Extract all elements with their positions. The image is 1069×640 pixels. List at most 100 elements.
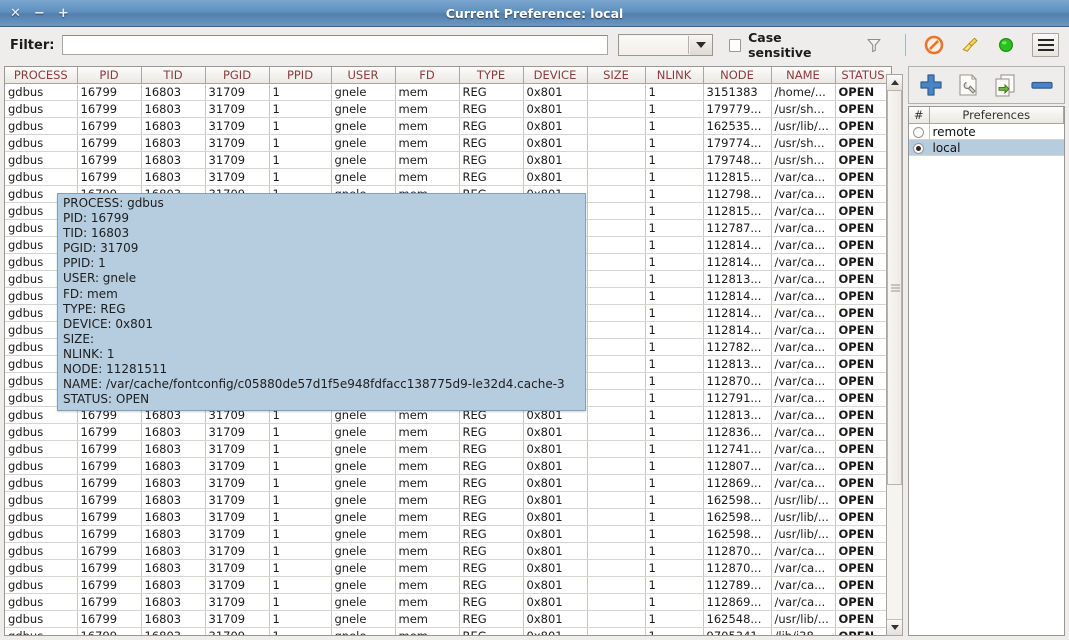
table-row[interactable]: gdbus1679916803317091gnelememREG0x801117… (5, 151, 891, 168)
cell-name: /usr/sh... (771, 100, 835, 117)
column-header-user[interactable]: USER (331, 67, 395, 83)
cell-status: OPEN (835, 423, 891, 440)
cell-type: REG (459, 576, 523, 593)
preferences-column-header[interactable]: # (909, 107, 929, 124)
cell-nlink: 1 (645, 491, 703, 508)
column-header-device[interactable]: DEVICE (523, 67, 587, 83)
table-row[interactable]: gdbus1679916803317091gnelememREG0x801116… (5, 491, 891, 508)
preferences-list[interactable]: #Preferences remotelocal (908, 106, 1065, 636)
close-icon[interactable]: ✕ (10, 7, 21, 20)
table-row[interactable]: gdbus1679916803317091gnelememREG0x801111… (5, 593, 891, 610)
preference-radio-cell[interactable] (909, 140, 929, 156)
remove-icon[interactable] (1028, 71, 1056, 99)
column-header-pid[interactable]: PID (77, 67, 141, 83)
cell-nlink: 1 (645, 304, 703, 321)
preference-row-local[interactable]: local (909, 140, 1064, 156)
column-header-tid[interactable]: TID (141, 67, 205, 83)
cell-name: /var/ca... (771, 304, 835, 321)
table-row[interactable]: gdbus1679916803317091gnelememREG0x801117… (5, 134, 891, 151)
scroll-down-button[interactable] (887, 619, 902, 635)
cell-ppid: 1 (269, 491, 331, 508)
cell-node: 179748... (703, 151, 771, 168)
table-row[interactable]: gdbus1679916803317091gnelememREG0x801116… (5, 525, 891, 542)
cell-pgid: 31709 (205, 559, 269, 576)
duplicate-icon[interactable] (991, 71, 1019, 99)
case-sensitive-checkbox[interactable] (729, 39, 742, 52)
cell-size (587, 202, 645, 219)
cell-node: 112798... (703, 185, 771, 202)
table-row[interactable]: gdbus1679916803317091gnelememREG0x801111… (5, 440, 891, 457)
preferences-column-header[interactable]: Preferences (929, 107, 1064, 124)
cell-node: 112807... (703, 457, 771, 474)
table-row[interactable]: gdbus1679916803317091gnelememREG0x801111… (5, 457, 891, 474)
combobox-value (620, 36, 688, 54)
column-header-status[interactable]: STATUS (835, 67, 891, 83)
column-header-fd[interactable]: FD (395, 67, 459, 83)
cell-nlink: 1 (645, 423, 703, 440)
scrollbar-thumb[interactable] (887, 90, 902, 485)
cell-size (587, 525, 645, 542)
cell-process: gdbus (5, 151, 77, 168)
edit-icon[interactable] (954, 71, 982, 99)
maximize-icon[interactable]: + (58, 7, 69, 20)
toolbar-separator (905, 34, 906, 56)
cell-node: 112814... (703, 287, 771, 304)
table-row[interactable]: gdbus1679916803317091gnelememREG0x801131… (5, 83, 891, 100)
filter-input[interactable] (62, 35, 608, 55)
preference-row-remote[interactable]: remote (909, 124, 1064, 140)
column-header-size[interactable]: SIZE (587, 67, 645, 83)
cell-ppid: 1 (269, 168, 331, 185)
table-row[interactable]: gdbus1679916803317091gnelememREG0x801111… (5, 542, 891, 559)
radio-button-icon[interactable] (913, 143, 924, 154)
radio-button-icon[interactable] (913, 127, 924, 138)
case-sensitive-option[interactable]: Case sensitive (729, 30, 846, 60)
add-icon[interactable] (917, 71, 945, 99)
preference-radio-cell[interactable] (909, 124, 929, 140)
table-row[interactable]: gdbus1679916803317091gnelememREG0x801116… (5, 610, 891, 627)
chevron-down-icon[interactable] (690, 35, 712, 55)
table-row[interactable]: gdbus1679916803317091gnelememREG0x801111… (5, 168, 891, 185)
table-row[interactable]: gdbus1679916803317091gnelememREG0x801111… (5, 559, 891, 576)
column-header-pgid[interactable]: PGID (205, 67, 269, 83)
no-entry-icon[interactable] (924, 35, 944, 55)
column-header-ppid[interactable]: PPID (269, 67, 331, 83)
cell-node: 112815... (703, 202, 771, 219)
tooltip-line: PGID: 31709 (63, 241, 581, 256)
cell-process: gdbus (5, 168, 77, 185)
table-row[interactable]: gdbus1679916803317091gnelememREG0x801117… (5, 100, 891, 117)
column-header-nlink[interactable]: NLINK (645, 67, 703, 83)
cell-node: 3151383 (703, 83, 771, 100)
column-header-node[interactable]: NODE (703, 67, 771, 83)
filter-column-combobox[interactable] (618, 34, 712, 56)
minimize-icon[interactable]: − (34, 7, 45, 20)
hamburger-menu-icon[interactable] (1032, 33, 1059, 57)
column-header-type[interactable]: TYPE (459, 67, 523, 83)
cell-process: gdbus (5, 100, 77, 117)
scroll-up-button[interactable] (887, 75, 902, 91)
table-row[interactable]: gdbus1679916803317091gnelememREG0x801116… (5, 117, 891, 134)
cell-fd: mem (395, 593, 459, 610)
table-row[interactable]: gdbus1679916803317091gnelememREG0x801111… (5, 576, 891, 593)
cell-name: /var/ca... (771, 593, 835, 610)
cell-nlink: 1 (645, 508, 703, 525)
cell-type: REG (459, 134, 523, 151)
column-header-name[interactable]: NAME (771, 67, 835, 83)
column-header-process[interactable]: PROCESS (5, 67, 77, 83)
scrollbar-track[interactable] (887, 90, 902, 620)
broom-icon[interactable] (960, 35, 980, 55)
table-row[interactable]: gdbus1679916803317091gnelememREG0x801111… (5, 474, 891, 491)
cell-device: 0x801 (523, 593, 587, 610)
table-vertical-scrollbar[interactable] (886, 74, 903, 636)
cell-name: /var/ca... (771, 202, 835, 219)
table-row[interactable]: gdbus1679916803317091gnelememREG0x801116… (5, 508, 891, 525)
cell-device: 0x801 (523, 542, 587, 559)
cell-nlink: 1 (645, 321, 703, 338)
table-row[interactable]: gdbus1679916803317091gnelememREG0x801197… (5, 627, 891, 636)
table-row[interactable]: gdbus1679916803317091gnelememREG0x801111… (5, 423, 891, 440)
cell-nlink: 1 (645, 457, 703, 474)
cell-status: OPEN (835, 457, 891, 474)
funnel-icon[interactable] (865, 36, 883, 54)
cell-status: OPEN (835, 338, 891, 355)
cell-status: OPEN (835, 355, 891, 372)
cell-node: 162535... (703, 117, 771, 134)
